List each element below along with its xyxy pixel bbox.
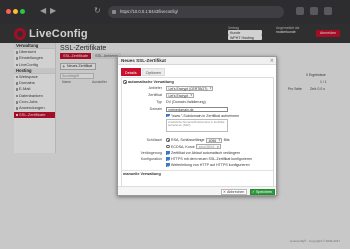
save-button[interactable]: ✓ Speichern [250, 188, 276, 195]
anbieter-label: Anbieter [148, 86, 162, 90]
anbieter-row: Let's Encrypt (CERTBOT) [166, 85, 214, 91]
rsa-label: RSA, Schlüssellänge [171, 138, 205, 142]
section-manual[interactable]: manuelle Verwaltung [123, 172, 161, 176]
section-automatic-label: automatische Verwaltung [128, 80, 174, 84]
schluessel-label: Schlüssel [146, 138, 162, 142]
domain-row: meinedomain.de [166, 106, 228, 112]
ecdsa-row: ECDSA, Kurve secp384r1 [166, 144, 221, 149]
rsa-keylength-select[interactable]: 4096 [206, 137, 223, 143]
tabs-overview-icon[interactable] [324, 7, 332, 15]
https-config-row: HTTPS mit dem neuen SSL-Zertifikat konfi… [166, 157, 252, 161]
reload-icon[interactable]: ↻ [94, 6, 101, 15]
radio-rsa[interactable] [166, 138, 170, 142]
typ-label: Typ [156, 100, 162, 104]
www-checkbox-label: "www."-Subdomain in Zertifikat aufnehmen [171, 113, 240, 118]
dialog-title: Neues SSL-Zertifikat [118, 57, 276, 65]
redirect-label: Weiterleitung von HTTP auf HTTPS konfigu… [171, 163, 250, 167]
www-row: "www."-Subdomain in Zertifikat aufnehmen [166, 114, 239, 118]
cancel-label: Abbrechen [227, 189, 245, 194]
rsa-row: RSA, Schlüssellänge 4096 Bits [166, 137, 230, 143]
domain-input[interactable]: meinedomain.de [166, 106, 228, 112]
checkmark-icon: ✓ [252, 189, 256, 194]
ecdsa-label: ECDSA, Kurve [171, 144, 195, 149]
maximize-window-dot[interactable] [20, 9, 25, 14]
back-arrow-icon[interactable]: ◀ [40, 6, 46, 15]
dialog-body: automatische Verwaltung Anbieter Let's E… [121, 77, 274, 188]
section-manual-label: manuelle Verwaltung [123, 172, 161, 176]
radio-automatic[interactable] [123, 80, 127, 84]
zertifikat-row: Let's Encrypt [166, 92, 194, 98]
ecdsa-curve-select[interactable]: secp384r1 [196, 144, 221, 149]
san-textarea[interactable]: zusätzliche Domains/Subdomains in Zertif… [166, 119, 228, 132]
share-icon[interactable] [296, 7, 304, 15]
domain-label: Domain [149, 107, 162, 111]
save-label: Speichern [256, 189, 273, 194]
section-divider [122, 170, 273, 171]
auto-renew-checkbox[interactable] [166, 151, 170, 155]
new-tab-icon[interactable] [310, 7, 318, 15]
zertifikat-select[interactable]: Let's Encrypt [166, 92, 194, 98]
radio-ecdsa[interactable] [166, 144, 170, 149]
close-window-dot[interactable] [6, 9, 11, 14]
verlaengerung-label: Verlängerung [140, 151, 162, 155]
address-bar[interactable]: https://10.0.0.1:8443/liveconfig/ [108, 6, 284, 18]
close-icon[interactable]: × [270, 58, 274, 64]
redirect-row: Weiterleitung von HTTP auf HTTPS konfigu… [166, 163, 250, 167]
https-config-label: HTTPS mit dem neuen SSL-Zertifikat konfi… [171, 157, 253, 161]
browser-window: ◀ ▶ ↻ https://10.0.0.1:8443/liveconfig/ … [0, 0, 350, 249]
lock-icon [112, 10, 116, 14]
anbieter-select[interactable]: Let's Encrypt (CERTBOT) [166, 85, 214, 91]
new-certificate-dialog: Neues SSL-Zertifikat × Details Optionen … [117, 56, 277, 196]
https-config-checkbox[interactable] [166, 157, 170, 161]
forward-arrow-icon[interactable]: ▶ [50, 6, 56, 15]
konfiguration-label: Konfiguration [140, 157, 162, 161]
dialog-footer: ✕ Abbrechen ✓ Speichern [118, 186, 276, 195]
zertifikat-label: Zertifikat [148, 93, 162, 97]
typ-value: DV (Domain-Validierung) [166, 100, 206, 104]
browser-toolbar: ◀ ▶ ↻ https://10.0.0.1:8443/liveconfig/ [0, 0, 350, 24]
redirect-checkbox[interactable] [166, 163, 170, 167]
minimize-window-dot[interactable] [13, 9, 18, 14]
verlaengerung-row: Zertifikat vor Ablauf automatisch verlän… [166, 151, 240, 155]
tab-details[interactable]: Details [121, 68, 141, 76]
cancel-icon: ✕ [223, 189, 227, 194]
section-automatic[interactable]: automatische Verwaltung [123, 80, 174, 84]
rsa-unit: Bits [223, 138, 230, 142]
www-checkbox[interactable] [166, 113, 170, 118]
address-url: https://10.0.0.1:8443/liveconfig/ [120, 9, 178, 14]
dialog-tabs: Details Optionen [121, 68, 166, 76]
cancel-button[interactable]: ✕ Abbrechen [221, 188, 248, 195]
auto-renew-label: Zertifikat vor Ablauf automatisch verlän… [171, 151, 241, 155]
tab-optionen[interactable]: Optionen [141, 68, 166, 76]
